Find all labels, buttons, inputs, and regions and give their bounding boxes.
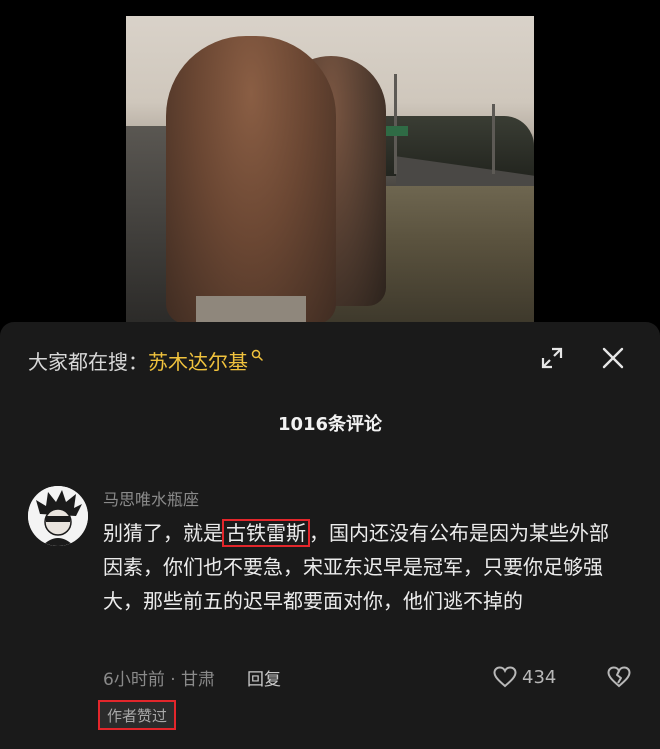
- trending-search-term[interactable]: 苏木达尔基: [148, 346, 248, 375]
- expand-icon[interactable]: [540, 346, 564, 370]
- photo-streetlight: [394, 74, 397, 174]
- search-icon: [251, 349, 263, 361]
- avatar-image: [28, 486, 88, 546]
- screen: 大家都在搜： 苏木达尔基 1016条评论 马思唯水瓶座 别猜了，就是 古铁雷斯 …: [0, 0, 660, 749]
- like-count: 434: [522, 666, 557, 688]
- trending-search-prefix: 大家都在搜：: [28, 349, 148, 374]
- post-photo[interactable]: [126, 16, 534, 324]
- comment-time-location: 6小时前 · 甘肃: [103, 669, 216, 690]
- photo-streetlight: [492, 104, 495, 174]
- comments-sheet: 大家都在搜： 苏木达尔基 1016条评论 马思唯水瓶座 别猜了，就是 古铁雷斯 …: [0, 322, 660, 749]
- like-button[interactable]: 434: [492, 663, 556, 691]
- trending-search[interactable]: 大家都在搜： 苏木达尔基: [28, 344, 263, 376]
- close-icon[interactable]: [601, 346, 625, 370]
- comment-text-before: 别猜了，就是: [103, 521, 223, 545]
- author-liked-badge: 作者赞过: [98, 700, 177, 730]
- comment-highlight: 古铁雷斯: [222, 519, 310, 547]
- reply-button[interactable]: 回复: [247, 665, 281, 690]
- comment-username[interactable]: 马思唯水瓶座: [103, 486, 199, 510]
- photo-person-front: [166, 36, 336, 324]
- heart-icon: [493, 666, 517, 688]
- broken-heart-icon[interactable]: [606, 664, 632, 690]
- avatar[interactable]: [28, 486, 88, 546]
- comment-meta: 6小时前 · 甘肃 回复: [103, 664, 281, 690]
- comment-count: 1016条评论: [277, 414, 383, 435]
- comment-body: 别猜了，就是 古铁雷斯 ，国内还没有公布是因为某些外部因素，你们也不要急，宋亚东迟早…: [103, 516, 623, 618]
- photo-ledge: [196, 296, 306, 324]
